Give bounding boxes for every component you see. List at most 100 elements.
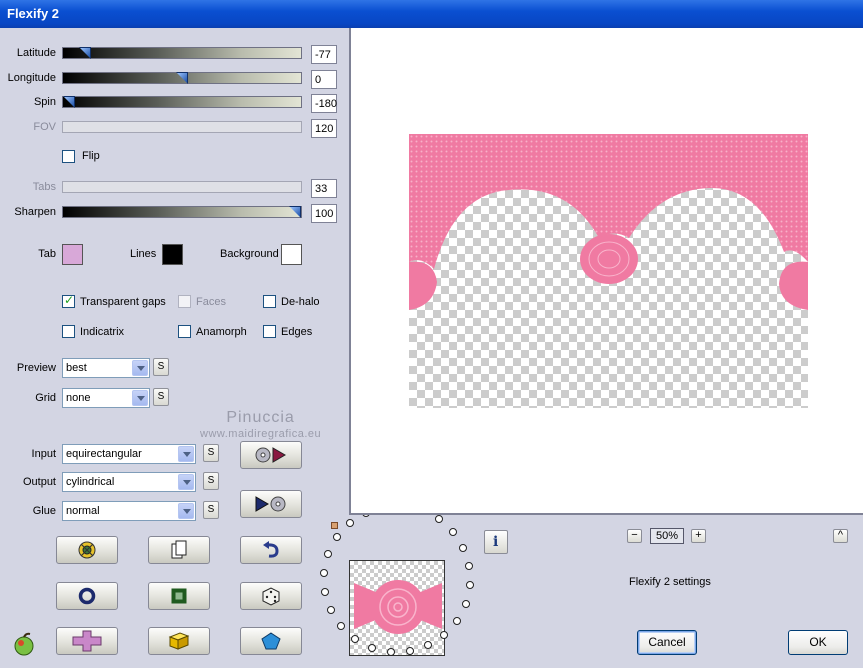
spin-slider-thumb[interactable]	[63, 96, 75, 108]
chevron-down-icon[interactable]	[178, 474, 194, 490]
navigator-dot	[346, 519, 355, 528]
tabs-slider	[62, 181, 302, 193]
glue-select[interactable]: normal	[62, 501, 196, 521]
copy-icon	[171, 540, 187, 559]
navigator-dot	[459, 544, 468, 553]
chevron-down-icon[interactable]	[178, 503, 194, 519]
watermark-url: www.maidiregrafica.eu	[200, 428, 322, 440]
spin-input[interactable]: -180	[311, 94, 337, 113]
grid-select-value: none	[66, 392, 91, 404]
square-icon	[171, 588, 187, 604]
glue-s-button[interactable]: S	[203, 501, 219, 519]
collapse-button[interactable]: ^	[833, 529, 848, 543]
input-select-value: equirectangular	[66, 448, 142, 460]
input-s-button[interactable]: S	[203, 444, 219, 462]
preview-select[interactable]: best	[62, 358, 150, 378]
edges-checkbox[interactable]	[263, 325, 276, 338]
tab-color-swatch[interactable]	[62, 244, 83, 265]
watermark-name: Pinuccia	[226, 409, 295, 426]
pentagon-button[interactable]	[240, 627, 302, 655]
navigator-dot	[324, 550, 333, 559]
navigator-handle[interactable]	[331, 522, 338, 529]
output-select-value: cylindrical	[66, 476, 115, 488]
cube-button[interactable]	[148, 627, 210, 655]
de-halo-checkbox[interactable]	[263, 295, 276, 308]
lines-color-label: Lines	[130, 248, 157, 260]
navigator-dot	[321, 587, 330, 596]
sharpen-slider[interactable]	[62, 206, 302, 218]
undo-button[interactable]	[240, 536, 302, 564]
fov-label: FOV	[33, 121, 56, 133]
zoom-in-button[interactable]: +	[691, 529, 706, 543]
sharpen-slider-thumb[interactable]	[289, 206, 301, 218]
ok-button[interactable]: OK	[788, 630, 848, 655]
grid-label: Grid	[35, 392, 56, 404]
navigator-dot	[465, 581, 474, 590]
square-button[interactable]	[148, 582, 210, 610]
transparent-gaps-checkbox[interactable]	[62, 293, 75, 308]
grid-select[interactable]: none	[62, 388, 150, 408]
transparent-gaps-label: Transparent gaps	[80, 296, 166, 308]
background-color-label: Background	[220, 248, 279, 260]
anamorph-label: Anamorph	[196, 326, 247, 338]
navigator-dot	[337, 621, 346, 630]
latitude-slider-thumb[interactable]	[79, 47, 91, 59]
chevron-down-icon[interactable]	[132, 360, 148, 376]
longitude-label: Longitude	[7, 72, 56, 84]
load-preset-button[interactable]	[240, 441, 302, 469]
navigator-dot	[434, 515, 443, 524]
output-s-button[interactable]: S	[203, 472, 219, 490]
latitude-input[interactable]: -77	[311, 45, 337, 64]
navigator-dot	[461, 599, 470, 608]
preview-select-value: best	[66, 362, 87, 374]
random-button[interactable]	[240, 582, 302, 610]
pentagon-icon	[261, 632, 281, 650]
anamorph-checkbox[interactable]	[178, 325, 191, 338]
zoom-level: 50%	[650, 528, 684, 544]
tab-color-label: Tab	[38, 248, 56, 260]
navigator-dot	[326, 605, 335, 614]
indicatrix-label: Indicatrix	[80, 326, 125, 338]
plus-shape-button[interactable]	[56, 627, 118, 655]
reset-button[interactable]	[56, 536, 118, 564]
chevron-down-icon[interactable]	[132, 390, 148, 406]
navigator-dot	[439, 630, 448, 639]
longitude-input[interactable]: 0	[311, 70, 337, 89]
input-select[interactable]: equirectangular	[62, 444, 196, 464]
navigator-dot	[320, 568, 329, 577]
chevron-down-icon[interactable]	[178, 446, 194, 462]
output-select[interactable]: cylindrical	[62, 472, 196, 492]
preview-canvas[interactable]	[349, 28, 863, 515]
preview-label: Preview	[16, 362, 56, 374]
spin-slider[interactable]	[62, 96, 302, 108]
sharpen-input[interactable]: 100	[311, 204, 337, 223]
background-color-swatch[interactable]	[281, 244, 302, 265]
lines-color-swatch[interactable]	[162, 244, 183, 265]
tabs-input[interactable]: 33	[311, 179, 337, 198]
navigator-dot	[452, 616, 461, 625]
copy-button[interactable]	[148, 536, 210, 564]
ring-icon	[78, 587, 96, 605]
save-preset-button[interactable]	[240, 490, 302, 518]
preview-image-art	[409, 134, 808, 310]
fov-input[interactable]: 120	[311, 119, 337, 138]
longitude-slider[interactable]	[62, 72, 302, 84]
grid-s-button[interactable]: S	[153, 388, 169, 406]
indicatrix-checkbox[interactable]	[62, 325, 75, 338]
info-button[interactable]: i	[484, 530, 508, 554]
settings-name: Flexify 2 settings	[629, 576, 711, 588]
apple-logo-icon	[14, 632, 34, 656]
navigator-dot	[368, 643, 377, 652]
cancel-button[interactable]: Cancel	[637, 630, 697, 655]
sharpen-label: Sharpen	[14, 206, 56, 218]
ring-button[interactable]	[56, 582, 118, 610]
navigator-dot	[386, 647, 395, 656]
latitude-slider[interactable]	[62, 47, 302, 59]
fov-slider	[62, 121, 302, 133]
longitude-slider-thumb[interactable]	[176, 72, 188, 84]
zoom-out-button[interactable]: −	[627, 529, 642, 543]
dice-icon	[262, 587, 280, 606]
preview-s-button[interactable]: S	[153, 358, 169, 376]
save-preset-icon	[255, 496, 286, 512]
flip-checkbox[interactable]	[62, 150, 75, 163]
